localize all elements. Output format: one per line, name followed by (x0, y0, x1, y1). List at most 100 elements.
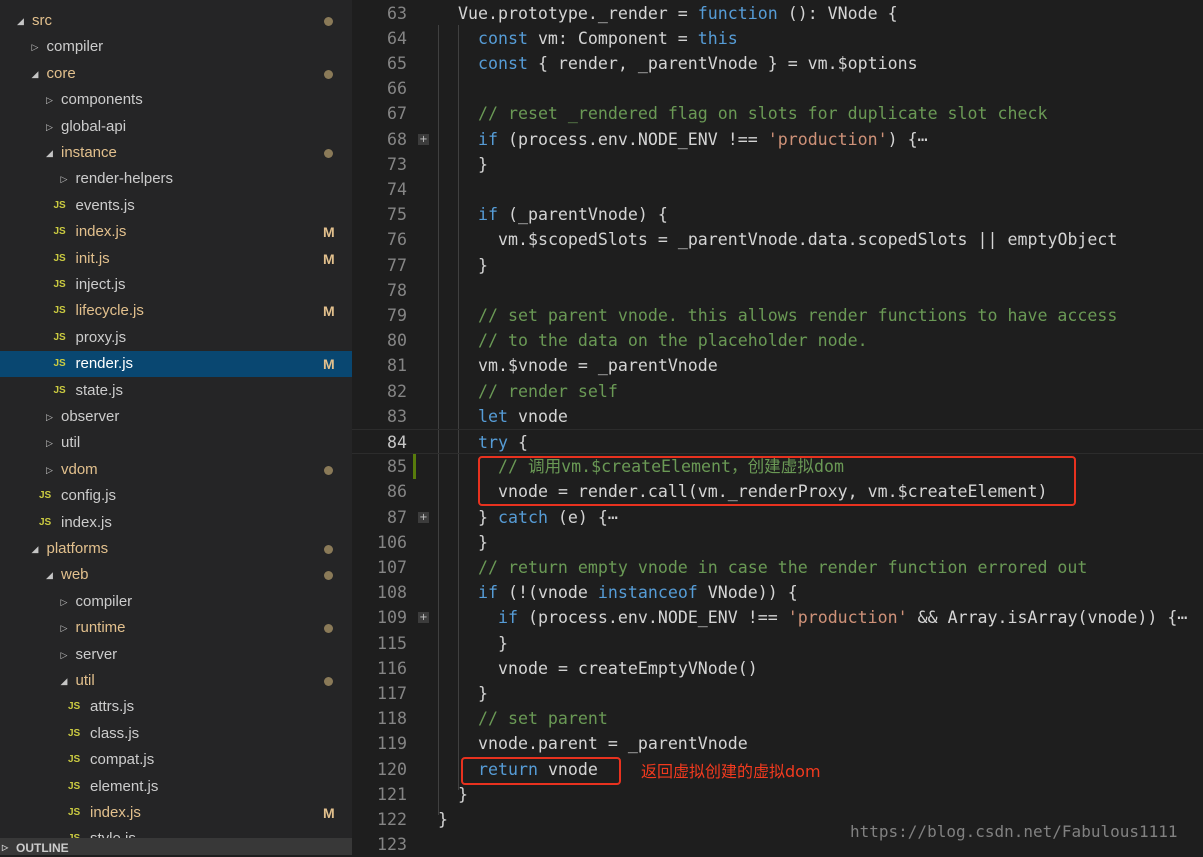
item-label: lifecycle.js (75, 302, 144, 320)
item-label: config.js (61, 487, 117, 505)
code-line[interactable]: 64 const vm: Component = this (352, 26, 1203, 51)
folder-item[interactable]: ◢ instance (0, 140, 352, 166)
item-label: render-helpers (75, 170, 174, 188)
folder-item[interactable]: ▷ compiler (0, 34, 352, 60)
code-text: // to the data on the placeholder node. (478, 328, 868, 353)
file-item[interactable]: JS state.js (0, 378, 352, 404)
code-line[interactable]: 106} (352, 530, 1203, 555)
chevron-right-icon[interactable]: ▷ (46, 404, 53, 430)
chevron-right-icon[interactable]: ▷ (32, 34, 39, 60)
code-editor[interactable]: 63 Vue.prototype._render = function (): V… (352, 0, 1203, 855)
code-line[interactable]: 79 // set parent vnode. this allows rende… (352, 303, 1203, 328)
code-line[interactable]: 117} (352, 681, 1203, 706)
chevron-down-icon[interactable]: ◢ (32, 536, 39, 562)
code-line[interactable]: 116 vnode = createEmptyVNode() (352, 656, 1203, 681)
code-line[interactable]: 68 + if (process.env.NODE_ENV !== 'product… (352, 127, 1203, 152)
code-token: vnode.parent = _parentVnode (478, 734, 748, 754)
code-line[interactable]: 74 (352, 177, 1203, 202)
folder-item[interactable]: ▷ render-helpers (0, 166, 352, 192)
folder-item[interactable]: ◢ src (0, 8, 352, 34)
code-line[interactable]: 63 Vue.prototype._render = function (): V… (352, 1, 1203, 26)
chevron-right-icon[interactable]: ▷ (61, 615, 68, 641)
chevron-right-icon[interactable]: ▷ (61, 589, 68, 615)
item-label: src (32, 12, 52, 29)
file-item[interactable]: JS compat.js (0, 747, 352, 773)
code-line[interactable]: 84 try { (352, 428, 1203, 455)
code-line[interactable]: 87 +} catch (e) {⋯ (352, 505, 1203, 530)
chevron-right-icon[interactable]: ▷ (61, 642, 68, 668)
folder-item[interactable]: ◢ platforms (0, 536, 352, 562)
file-item[interactable]: JS init.js M (0, 246, 352, 272)
code-line[interactable]: 80 // to the data on the placeholder node… (352, 328, 1203, 353)
file-item[interactable]: JS lifecycle.js M (0, 298, 352, 324)
keyword-token: if (478, 205, 498, 225)
code-token: vm.$vnode = _parentVnode (478, 356, 718, 376)
file-item[interactable]: JS element.js (0, 774, 352, 800)
folder-item[interactable]: ◢ core (0, 61, 352, 87)
code-line[interactable]: 107 // return empty vnode in case the ren… (352, 555, 1203, 580)
code-line[interactable]: 119 vnode.parent = _parentVnode (352, 731, 1203, 756)
code-line[interactable]: 76 vm.$scopedSlots = _parentVnode.data.sc… (352, 227, 1203, 252)
code-line[interactable]: 66 (352, 76, 1203, 101)
code-line[interactable]: 81 vm.$vnode = _parentVnode (352, 353, 1203, 378)
chevron-down-icon[interactable]: ◢ (32, 61, 39, 87)
code-line[interactable]: 83 let vnode (352, 404, 1203, 429)
chevron-right-icon[interactable]: ▷ (61, 166, 68, 192)
folder-item[interactable]: ▷ server (0, 642, 352, 668)
line-number: 117 (377, 683, 407, 703)
file-item[interactable]: JS config.js (0, 483, 352, 509)
file-item[interactable]: JS proxy.js (0, 325, 352, 351)
item-label: render.js (75, 355, 134, 373)
folder-item[interactable]: ▷ global-api (0, 114, 352, 140)
fold-expand-icon[interactable]: + (418, 133, 429, 145)
folder-item[interactable]: ▷ observer (0, 404, 352, 430)
chevron-down-icon[interactable]: ◢ (46, 140, 53, 166)
code-text: if (process.env.NODE_ENV !== 'production… (478, 127, 928, 152)
code-line[interactable]: 82 // render self (352, 379, 1203, 404)
folder-item[interactable]: ◢ util (0, 668, 352, 694)
code-line[interactable]: 78 (352, 278, 1203, 303)
javascript-file-icon: JS (53, 305, 66, 317)
chevron-down-icon[interactable]: ◢ (17, 8, 24, 34)
code-text: // render self (478, 379, 618, 404)
file-item[interactable]: JS events.js (0, 193, 352, 219)
chevron-right-icon[interactable]: ▷ (46, 87, 53, 113)
code-line[interactable]: 75 if (_parentVnode) { (352, 202, 1203, 227)
file-item[interactable]: JS class.js (0, 721, 352, 747)
line-number: 74 (387, 179, 407, 199)
chevron-right-icon[interactable]: ▷ (46, 114, 53, 140)
code-token: vm: Component = (527, 28, 698, 48)
folder-item[interactable]: ▷ util (0, 430, 352, 456)
folder-item[interactable]: ▷ components (0, 87, 352, 113)
file-item[interactable]: JS index.js M (0, 800, 352, 826)
chevron-down-icon[interactable]: ◢ (61, 668, 68, 694)
file-item[interactable]: JS inject.js (0, 272, 352, 298)
code-line[interactable]: 108 if (!(vnode instanceof VNode)) { (352, 580, 1203, 605)
folder-item[interactable]: ◢ web (0, 562, 352, 588)
code-line[interactable]: 77} (352, 253, 1203, 278)
chevron-right-icon[interactable]: ▷ (46, 430, 53, 456)
code-line[interactable]: 67 // reset _rendered flag on slots for d… (352, 101, 1203, 126)
fold-expand-icon[interactable]: + (418, 511, 429, 523)
code-line[interactable]: 65 const { render, _parentVnode } = vm.$o… (352, 51, 1203, 76)
folder-item[interactable]: ▷ vdom (0, 457, 352, 483)
file-item[interactable]: JS index.js (0, 510, 352, 536)
folder-item[interactable]: ▷ compiler (0, 589, 352, 615)
folder-item[interactable]: ▷ runtime (0, 615, 352, 641)
chevron-right-icon[interactable]: ▷ (46, 457, 53, 483)
code-line[interactable]: 121} (352, 782, 1203, 807)
code-line[interactable]: 73} (352, 152, 1203, 177)
code-line[interactable]: 109 + if (process.env.NODE_ENV !== 'produc… (352, 605, 1203, 630)
line-number: 63 (387, 3, 407, 23)
file-item[interactable]: JS render.js M (0, 351, 352, 378)
item-label: global-api (61, 117, 127, 135)
file-item[interactable]: JS attrs.js (0, 694, 352, 720)
code-line[interactable]: 115} (352, 631, 1203, 656)
fold-expand-icon[interactable]: + (418, 612, 429, 624)
file-item[interactable]: JS index.js M (0, 219, 352, 245)
chevron-down-icon[interactable]: ◢ (46, 562, 53, 588)
code-text: const vm: Component = this (478, 26, 738, 51)
outline-section-header[interactable]: ▷ OUTLINE (0, 838, 352, 855)
code-line[interactable]: 118 // set parent (352, 706, 1203, 731)
javascript-file-icon: JS (53, 226, 66, 238)
